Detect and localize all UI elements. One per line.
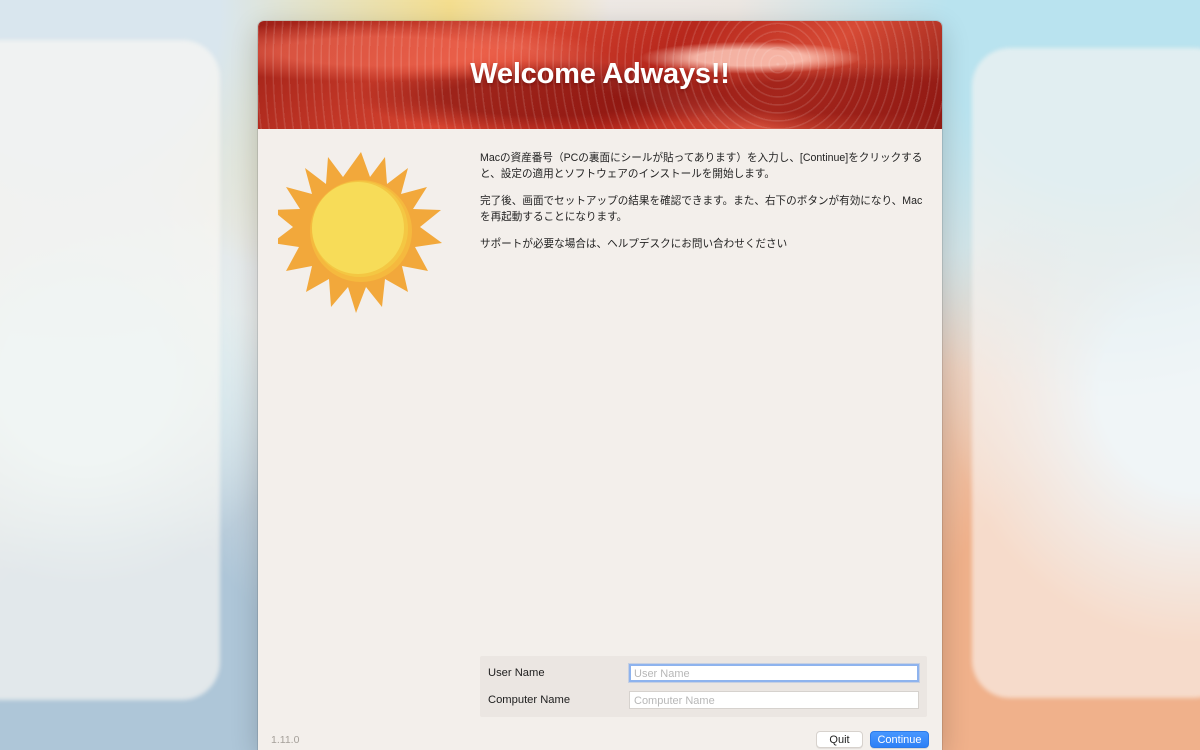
window-title: Welcome Adways!! [470,58,730,90]
version-label: 1.11.0 [271,734,300,746]
computer-name-row: Computer Name [480,691,927,715]
instruction-paragraph-2: 完了後、画面でセットアップの結果を確認できます。また、右下のボタンが有効になり、… [480,195,923,223]
user-name-label: User Name [488,667,545,679]
instruction-paragraph-1: Macの資産番号（PCの裏面にシールが貼ってあります）を入力し、[Continu… [480,152,923,180]
instruction-paragraph-3: サポートが必要な場合は、ヘルプデスクにお問い合わせください [480,238,788,250]
computer-name-input[interactable] [629,691,919,709]
user-name-input[interactable] [629,664,919,682]
setup-window: Welcome Adways!! Macの資産番号（PCの裏面にシールが貼ってあ… [258,21,942,750]
continue-button[interactable]: Continue [870,731,929,748]
quit-button[interactable]: Quit [816,731,863,748]
sun-icon [278,152,442,313]
header-banner: Welcome Adways!! [258,21,942,129]
user-name-row: User Name [480,664,927,688]
instruction-text: Macの資産番号（PCの裏面にシールが貼ってあります）を入力し、[Continu… [480,150,928,263]
computer-name-label: Computer Name [488,694,571,706]
setup-form: User Name Computer Name [480,656,927,717]
